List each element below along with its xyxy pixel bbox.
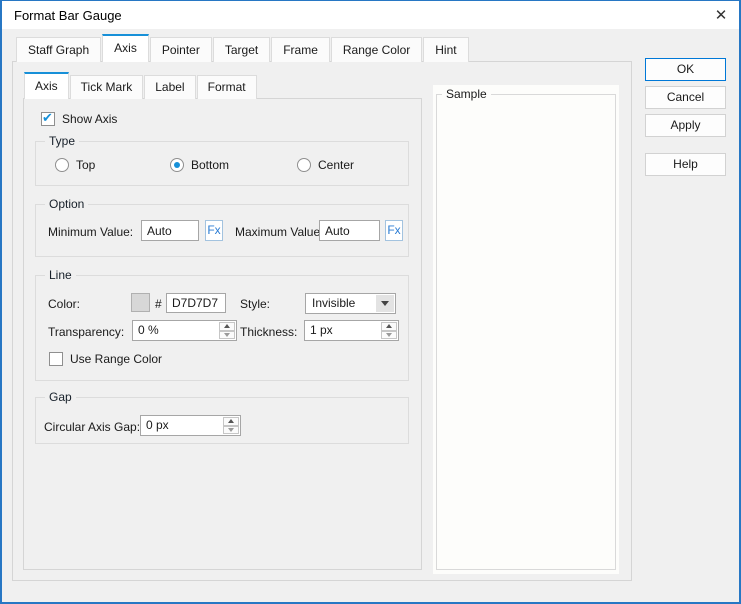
ok-button[interactable]: OK [645, 58, 726, 81]
tab-hint[interactable]: Hint [423, 37, 469, 62]
arrow-up-icon [228, 419, 234, 424]
circular-axis-gap-label: Circular Axis Gap: [44, 420, 141, 434]
use-range-color-label: Use Range Color [70, 352, 163, 366]
style-dropdown[interactable]: Invisible [305, 293, 396, 314]
title-bar: Format Bar Gauge ✕ [2, 1, 739, 29]
use-range-color-checkbox[interactable]: Use Range Color [49, 352, 162, 366]
minimum-value-input[interactable] [141, 220, 199, 241]
thickness-label: Thickness: [240, 325, 298, 339]
tab-pointer[interactable]: Pointer [149, 37, 212, 62]
maximum-fx-button[interactable]: Fx [385, 220, 403, 241]
arrow-down-icon [224, 332, 230, 337]
spin-down-button[interactable] [223, 425, 239, 434]
radio-top[interactable]: Top [55, 158, 95, 172]
dropdown-arrow-button[interactable] [376, 295, 394, 312]
arrow-down-icon [228, 427, 234, 432]
subtab-axis[interactable]: Axis [24, 72, 69, 99]
sample-group-legend: Sample [442, 87, 491, 101]
option-group-legend: Option [45, 197, 89, 211]
tab-frame[interactable]: Frame [271, 37, 330, 62]
spin-up-button[interactable] [219, 322, 235, 331]
circular-axis-gap-value: 0 px [146, 418, 169, 432]
checkbox-box[interactable] [49, 352, 63, 366]
radio-bottom-label: Bottom [191, 158, 230, 172]
show-axis-checkbox[interactable]: ✔ Show Axis [41, 110, 118, 126]
check-icon: ✔ [42, 110, 53, 125]
dialog-title: Format Bar Gauge [14, 8, 122, 23]
spin-down-button[interactable] [219, 330, 235, 339]
minimum-value-label: Minimum Value: [48, 225, 134, 239]
radio-bottom[interactable]: Bottom [170, 158, 229, 172]
sample-group: Sample [436, 87, 616, 570]
style-dropdown-value: Invisible [312, 296, 356, 310]
subtab-format[interactable]: Format [196, 75, 257, 99]
hash-symbol: # [155, 297, 162, 311]
chevron-down-icon [381, 301, 389, 306]
apply-button[interactable]: Apply [645, 114, 726, 137]
subtab-label[interactable]: Label [144, 75, 196, 99]
minimum-fx-button[interactable]: Fx [205, 220, 223, 241]
sample-panel: Sample [433, 85, 619, 574]
spin-up-button[interactable] [223, 417, 239, 426]
color-label: Color: [48, 297, 81, 311]
color-swatch[interactable] [131, 293, 150, 312]
thickness-value: 1 px [310, 323, 333, 337]
tab-staff-graph[interactable]: Staff Graph [16, 37, 102, 62]
show-axis-label: Show Axis [62, 112, 118, 126]
type-group-legend: Type [45, 134, 80, 148]
radio-circle[interactable] [170, 158, 184, 172]
spin-up-button[interactable] [381, 322, 397, 331]
close-icon[interactable]: ✕ [709, 4, 733, 26]
transparency-stepper[interactable]: 0 % [132, 320, 237, 341]
line-group-legend: Line [45, 268, 76, 282]
radio-circle[interactable] [297, 158, 311, 172]
transparency-value: 0 % [138, 323, 159, 337]
secondary-tab-strip: Axis Tick Mark Label Format [24, 72, 258, 99]
maximum-value-input[interactable] [319, 220, 380, 241]
radio-top-label: Top [76, 158, 96, 172]
spin-down-button[interactable] [381, 330, 397, 339]
tab-target[interactable]: Target [212, 37, 271, 62]
thickness-stepper[interactable]: 1 px [304, 320, 399, 341]
arrow-up-icon [386, 324, 392, 329]
radio-circle[interactable] [55, 158, 69, 172]
checkbox-box[interactable]: ✔ [41, 110, 55, 126]
cancel-button[interactable]: Cancel [645, 86, 726, 109]
subtab-tick-mark[interactable]: Tick Mark [69, 75, 144, 99]
circular-axis-gap-stepper[interactable]: 0 px [140, 415, 241, 436]
style-label: Style: [240, 297, 271, 311]
transparency-label: Transparency: [48, 325, 125, 339]
help-button[interactable]: Help [645, 153, 726, 176]
maximum-value-label: Maximum Value: [235, 225, 324, 239]
arrow-down-icon [386, 332, 392, 337]
arrow-up-icon [224, 324, 230, 329]
radio-center-label: Center [318, 158, 355, 172]
tab-range-color[interactable]: Range Color [330, 37, 423, 62]
primary-tab-strip: Staff Graph Axis Pointer Target Frame Ra… [16, 34, 470, 62]
color-hex-input[interactable] [166, 293, 226, 313]
format-bar-gauge-dialog: Format Bar Gauge ✕ Staff Graph Axis Poin… [0, 0, 741, 604]
tab-axis[interactable]: Axis [102, 34, 149, 62]
gap-group-legend: Gap [45, 390, 76, 404]
radio-center[interactable]: Center [297, 158, 354, 172]
